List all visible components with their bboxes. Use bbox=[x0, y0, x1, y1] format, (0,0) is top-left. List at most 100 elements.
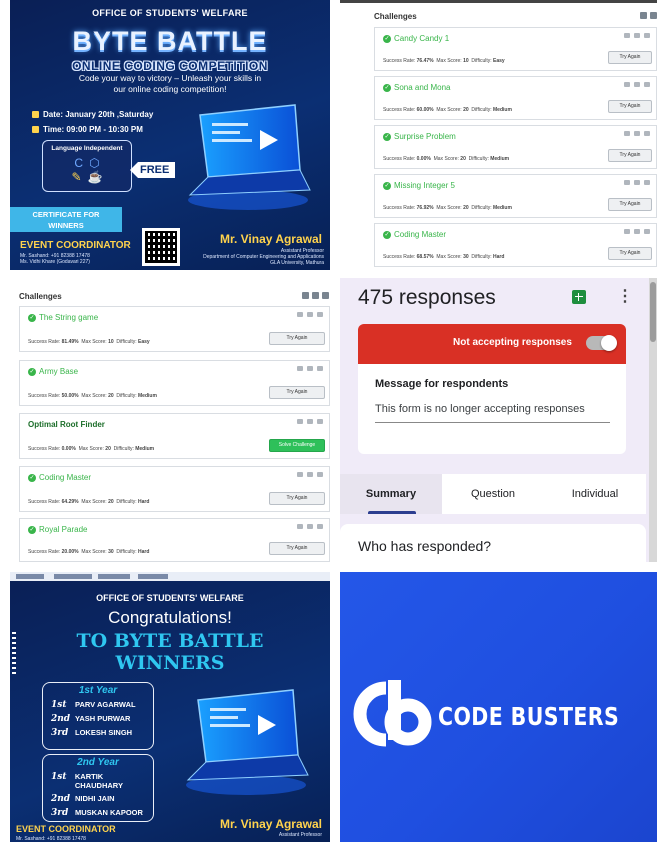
challenge-card[interactable]: ✓ Army Base Success Rate: 50.00% Max Score… bbox=[19, 360, 330, 406]
rank: 3rd bbox=[51, 728, 69, 738]
discussion-icon[interactable] bbox=[624, 82, 630, 87]
editorial-icon[interactable] bbox=[317, 419, 323, 424]
message-field[interactable]: This form is no longer accepting respons… bbox=[375, 403, 585, 415]
editorial-icon[interactable] bbox=[644, 229, 650, 234]
facebook-icon[interactable] bbox=[302, 292, 309, 299]
leaderboard-icon[interactable] bbox=[307, 472, 313, 477]
editorial-icon[interactable] bbox=[644, 82, 650, 87]
second-year-winners: 2nd Year 1st KARTIK CHAUDHARY 2nd NIDHI JA… bbox=[42, 754, 154, 822]
challenge-name[interactable]: Army Base bbox=[39, 367, 78, 376]
solve-challenge-button[interactable]: Solve Challenge bbox=[269, 439, 325, 452]
challenge-title[interactable]: ✓ Surprise Problem bbox=[383, 132, 456, 141]
challenge-card[interactable]: ✓ Candy Candy 1 Success Rate: 76.47% Max S… bbox=[374, 27, 657, 71]
twitter-icon[interactable] bbox=[312, 292, 319, 299]
success-rate: 60.00% bbox=[416, 107, 434, 113]
try-again-button[interactable]: Try Again bbox=[269, 492, 325, 505]
discussion-icon[interactable] bbox=[624, 33, 630, 38]
accepting-responses-toggle[interactable] bbox=[586, 335, 617, 351]
sheets-icon[interactable] bbox=[572, 290, 586, 304]
challenge-name[interactable]: Candy Candy 1 bbox=[394, 34, 449, 43]
discussion-icon[interactable] bbox=[624, 229, 630, 234]
challenge-card[interactable]: ✓ Surprise Problem Success Rate: 0.00% Max… bbox=[374, 125, 657, 169]
try-again-button[interactable]: Try Again bbox=[269, 386, 325, 399]
leaderboard-icon[interactable] bbox=[307, 419, 313, 424]
challenge-title[interactable]: ✓ The String game bbox=[28, 313, 98, 322]
challenge-title[interactable]: ✓ Missing Integer 5 bbox=[383, 181, 455, 190]
challenge-title[interactable]: ✓ Coding Master bbox=[383, 230, 446, 239]
leaderboard-icon[interactable] bbox=[307, 524, 313, 529]
leaderboard-icon[interactable] bbox=[634, 229, 640, 234]
try-again-button[interactable]: Try Again bbox=[608, 247, 652, 260]
challenge-title[interactable]: ✓ Royal Parade bbox=[28, 525, 87, 534]
challenge-title[interactable]: ✓ Sona and Mona bbox=[383, 83, 451, 92]
laptop-illustration bbox=[186, 689, 309, 795]
challenge-icons bbox=[297, 366, 323, 371]
try-again-button[interactable]: Try Again bbox=[269, 542, 325, 555]
challenge-title[interactable]: ✓ Coding Master bbox=[28, 473, 91, 482]
tab-question[interactable]: Question bbox=[442, 474, 544, 514]
scrollbar[interactable] bbox=[649, 278, 657, 562]
leaderboard-icon[interactable] bbox=[634, 131, 640, 136]
challenge-name[interactable]: Coding Master bbox=[39, 473, 91, 482]
challenge-card[interactable]: ✓ Missing Integer 5 Success Rate: 76.92% M… bbox=[374, 174, 657, 218]
try-again-button[interactable]: Try Again bbox=[608, 198, 652, 211]
leaderboard-icon[interactable] bbox=[634, 180, 640, 185]
editorial-icon[interactable] bbox=[644, 180, 650, 185]
discussion-icon[interactable] bbox=[624, 180, 630, 185]
challenge-title[interactable]: Optimal Root Finder bbox=[28, 420, 105, 429]
professor-details: Assistant Professor Department of Comput… bbox=[164, 248, 324, 266]
challenge-card[interactable]: Optimal Root Finder Success Rate: 0.00% M… bbox=[19, 413, 330, 459]
editorial-icon[interactable] bbox=[644, 131, 650, 136]
challenge-name[interactable]: Coding Master bbox=[394, 230, 446, 239]
coordinator-label: EVENT COORDINATOR bbox=[20, 240, 131, 251]
challenge-name[interactable]: Surprise Problem bbox=[394, 132, 456, 141]
editorial-icon[interactable] bbox=[317, 366, 323, 371]
linkedin-icon[interactable] bbox=[650, 12, 657, 19]
challenge-card[interactable]: ✓ Coding Master Success Rate: 68.57% Max S… bbox=[374, 223, 657, 267]
try-again-button[interactable]: Try Again bbox=[608, 149, 652, 162]
discussion-icon[interactable] bbox=[297, 419, 303, 424]
tab-summary[interactable]: Summary bbox=[340, 474, 442, 514]
challenge-card[interactable]: ✓ Sona and Mona Success Rate: 60.00% Max S… bbox=[374, 76, 657, 120]
solved-check-icon: ✓ bbox=[28, 313, 36, 322]
tab-individual[interactable]: Individual bbox=[544, 474, 646, 514]
leaderboard-icon[interactable] bbox=[634, 82, 640, 87]
poster-tagline: Code your way to victory – Unleash your … bbox=[50, 73, 290, 95]
leaderboard-icon[interactable] bbox=[307, 366, 313, 371]
editorial-icon[interactable] bbox=[317, 472, 323, 477]
more-options-icon[interactable]: ⋮ bbox=[617, 289, 633, 305]
challenge-name[interactable]: The String game bbox=[39, 313, 98, 322]
challenge-name[interactable]: Sona and Mona bbox=[394, 83, 451, 92]
challenge-card[interactable]: ✓ Royal Parade Success Rate: 20.00% Max Sc… bbox=[19, 518, 330, 562]
challenge-card[interactable]: ✓ The String game Success Rate: 81.49% Max… bbox=[19, 306, 330, 352]
winners-heading-line-2: WINNERS bbox=[115, 652, 225, 674]
facebook-icon[interactable] bbox=[640, 12, 647, 19]
try-again-button[interactable]: Try Again bbox=[608, 100, 652, 113]
leaderboard-icon[interactable] bbox=[634, 33, 640, 38]
editorial-icon[interactable] bbox=[317, 524, 323, 529]
difficulty-label: Difficulty: bbox=[468, 156, 489, 162]
difficulty-label: Difficulty: bbox=[471, 58, 492, 64]
challenge-name[interactable]: Royal Parade bbox=[39, 525, 87, 534]
max-score: 30 bbox=[463, 254, 469, 260]
challenge-name[interactable]: Optimal Root Finder bbox=[28, 420, 105, 429]
discussion-icon[interactable] bbox=[297, 312, 303, 317]
challenge-title[interactable]: ✓ Army Base bbox=[28, 367, 78, 376]
editorial-icon[interactable] bbox=[317, 312, 323, 317]
discussion-icon[interactable] bbox=[624, 131, 630, 136]
winner-name: YASH PURWAR bbox=[75, 714, 131, 723]
challenge-name[interactable]: Missing Integer 5 bbox=[394, 181, 455, 190]
success-rate: 0.00% bbox=[416, 156, 431, 162]
challenge-title[interactable]: ✓ Candy Candy 1 bbox=[383, 34, 449, 43]
linkedin-icon[interactable] bbox=[322, 292, 329, 299]
discussion-icon[interactable] bbox=[297, 472, 303, 477]
max-score: 30 bbox=[108, 549, 114, 555]
success-label: Success Rate: bbox=[28, 393, 61, 399]
discussion-icon[interactable] bbox=[297, 366, 303, 371]
discussion-icon[interactable] bbox=[297, 524, 303, 529]
try-again-button[interactable]: Try Again bbox=[608, 51, 652, 64]
challenge-card[interactable]: ✓ Coding Master Success Rate: 64.29% Max S… bbox=[19, 466, 330, 512]
leaderboard-icon[interactable] bbox=[307, 312, 313, 317]
try-again-button[interactable]: Try Again bbox=[269, 332, 325, 345]
editorial-icon[interactable] bbox=[644, 33, 650, 38]
